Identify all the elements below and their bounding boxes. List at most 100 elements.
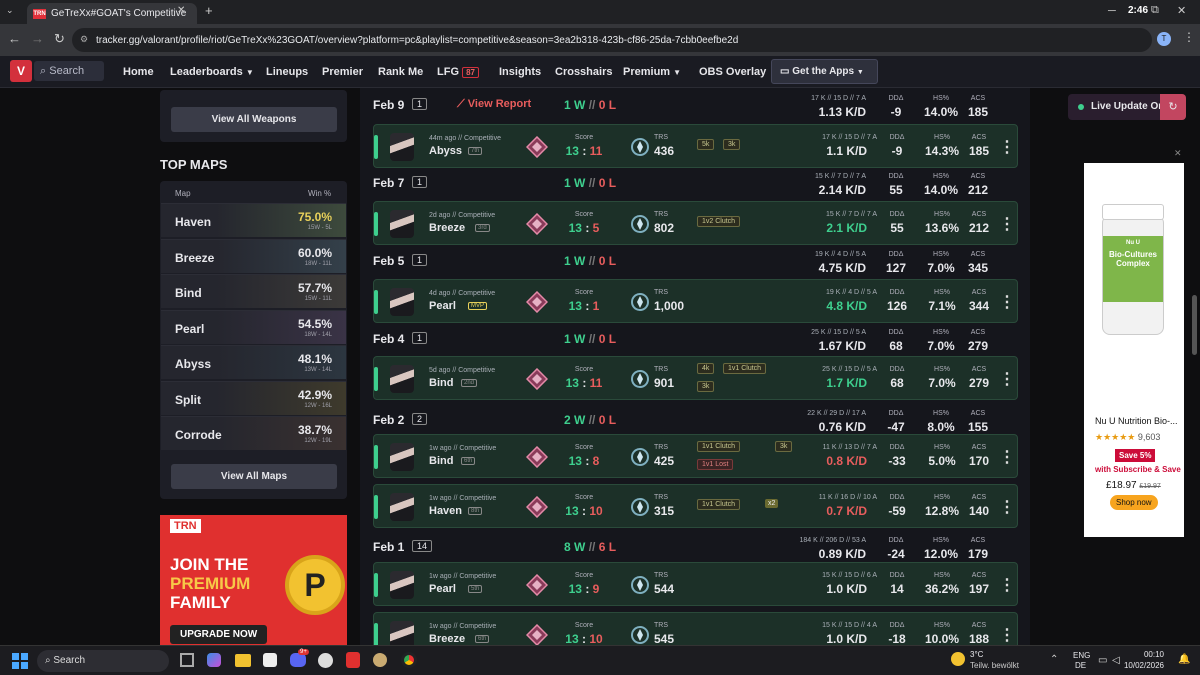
copilot-icon[interactable] [207,653,221,667]
nav-insights[interactable]: Insights [499,56,541,88]
day-dda: -47 [887,420,905,434]
shop-now-button[interactable]: Shop now [1110,495,1158,510]
store-icon[interactable] [263,653,277,667]
match-card[interactable]: 2d ago // Competitive Breeze 3rd Score 1… [373,201,1018,245]
map-row[interactable]: Pearl 54.5% 18W - 14L [161,309,346,344]
nav-home[interactable]: Home [123,56,154,88]
day-wins: 1 W [564,98,586,112]
network-icon[interactable]: ▭ [1098,655,1107,666]
live-update-toggle[interactable]: Live Update On ↻ [1068,94,1186,120]
nav-rank-me[interactable]: Rank Me [378,56,423,88]
tracker-logo-icon[interactable]: V [10,60,32,82]
nav-obs-overlay[interactable]: OBS Overlay [699,56,766,88]
site-search-button[interactable]: ⌕ Search [34,61,104,81]
achievement-badge: 3k [723,139,741,150]
match-kda: 15 K // 7 D // 7 A [826,211,877,218]
forward-icon[interactable]: → [31,31,44,46]
trs-label: TRS [654,444,668,451]
address-bar[interactable]: ⚙ tracker.gg/valorant/profile/riot/GeTre… [72,28,1152,52]
new-tab-button[interactable]: + [205,3,213,18]
lang-code[interactable]: ENG [1073,651,1090,660]
day-kd: 0.89 K/D [818,547,866,561]
match-dda: 68 [890,376,904,390]
page-scrollbar[interactable] [1192,295,1197,355]
profile-avatar[interactable]: T [1157,32,1171,46]
map-row[interactable]: Haven 75.0% 15W - 5L [161,203,346,237]
view-all-maps-button[interactable]: View All Maps [171,464,337,489]
separator: // [588,413,596,427]
maximize-icon[interactable]: ⧉ [1151,4,1159,17]
riot-client-icon[interactable] [346,652,360,668]
taskbar-search[interactable]: ⌕ Search [37,650,169,672]
browser-tab[interactable]: TRN GeTreXx#GOAT's Competitive [27,3,197,24]
product-ad[interactable]: Nu U Bio-Cultures Complex Nu U Nutrition… [1084,163,1184,537]
refresh-icon[interactable]: ↻ [1160,94,1186,120]
map-row[interactable]: Bind 57.7% 15W - 11L [161,274,346,308]
more-options-icon[interactable]: ⋮ [999,369,1015,389]
tray-chevron-icon[interactable]: ⌃ [1050,654,1058,665]
day-acs: 345 [967,261,989,275]
more-options-icon[interactable]: ⋮ [999,137,1015,157]
score-enemy: 8 [592,454,600,468]
more-options-icon[interactable]: ⋮ [999,214,1015,234]
task-view-icon[interactable] [180,653,194,667]
match-card[interactable]: 5d ago // Competitive Bind 2nd Score 13 … [373,356,1018,400]
file-explorer-icon[interactable] [235,654,251,667]
match-map-name: Bind [429,377,454,389]
nav-crosshairs[interactable]: Crosshairs [555,56,612,88]
view-all-weapons-button[interactable]: View All Weapons [171,107,337,132]
tab-close-icon[interactable]: ✕ [177,5,185,16]
rank-diamond-icon [526,213,548,235]
score-team: 13 [565,632,579,646]
map-row[interactable]: Abyss 48.1% 13W - 14L [161,345,346,379]
map-row[interactable]: Breeze 60.0% 18W - 11L [161,238,346,273]
reload-icon[interactable]: ↻ [54,31,65,47]
match-card[interactable]: 1w ago // Competitive Haven 8th Score 13… [373,484,1018,528]
back-icon[interactable]: ← [8,31,21,46]
tab-list-icon[interactable]: ⌄ [6,5,20,19]
day-hs: 8.0% [927,420,955,434]
day-hs: 7.0% [927,339,955,353]
day-kda: 25 K // 15 D // 5 A [811,329,866,336]
nav-premium[interactable]: Premium ▼ [623,56,681,88]
match-card[interactable]: 1w ago // Competitive Pearl 5th Score 13… [373,562,1018,606]
site-info-icon[interactable]: ⚙ [80,34,88,45]
score-label: Score [574,622,594,629]
app-icon[interactable] [318,653,333,668]
match-kd: 1.7 K/D [826,376,867,390]
more-options-icon[interactable]: ⋮ [999,625,1015,645]
match-card[interactable]: 4d ago // Competitive Pearl MVP Score 13… [373,279,1018,323]
view-report-link[interactable]: ⟋ View Report [457,98,531,111]
nav-lfg[interactable]: LFG 87 [437,56,479,88]
windows-start-icon[interactable] [12,653,28,669]
notification-bell-icon[interactable]: 🔔 [1178,654,1190,665]
nav-lineups[interactable]: Lineups [266,56,308,88]
match-card[interactable]: 1w ago // Competitive Bind 6th Score 13 … [373,434,1018,478]
upgrade-now-button[interactable]: UPGRADE NOW [170,625,268,644]
more-options-icon[interactable]: ⋮ [999,447,1015,467]
menu-icon[interactable]: ⋮ [1183,30,1195,44]
more-options-icon[interactable]: ⋮ [999,497,1015,517]
map-record: 12W - 19L [304,438,332,444]
chrome-icon[interactable] [401,652,417,668]
hs-label: HS% [933,251,949,258]
separator: // [588,254,596,268]
close-window-icon[interactable]: ✕ [1177,4,1186,17]
ad-close-icon[interactable]: ✕ [1174,148,1182,159]
minimize-icon[interactable]: ─ [1108,5,1116,17]
map-row[interactable]: Corrode 38.7% 12W - 19L [161,416,346,450]
more-options-icon[interactable]: ⋮ [999,575,1015,595]
more-options-icon[interactable]: ⋮ [999,292,1015,312]
volume-icon[interactable]: ◁ [1112,655,1120,666]
get-the-apps-button[interactable]: ▭ Get the Apps ▼ [771,59,878,84]
nav-premier[interactable]: Premier [322,56,363,88]
keyboard-layout[interactable]: DE [1075,661,1086,670]
premium-ad-banner[interactable]: TRN JOIN THE PREMIUM FAMILY P UPGRADE NO… [160,515,347,645]
league-icon[interactable] [373,653,387,667]
chevron-down-icon: ▼ [245,68,254,77]
discord-icon[interactable] [290,653,306,667]
match-card[interactable]: 44m ago // Competitive Abyss 7th Score 1… [373,124,1018,168]
bottle-cap [1102,204,1164,220]
nav-leaderboards[interactable]: Leaderboards ▼ [170,56,254,88]
map-row[interactable]: Split 42.9% 12W - 16L [161,380,346,415]
